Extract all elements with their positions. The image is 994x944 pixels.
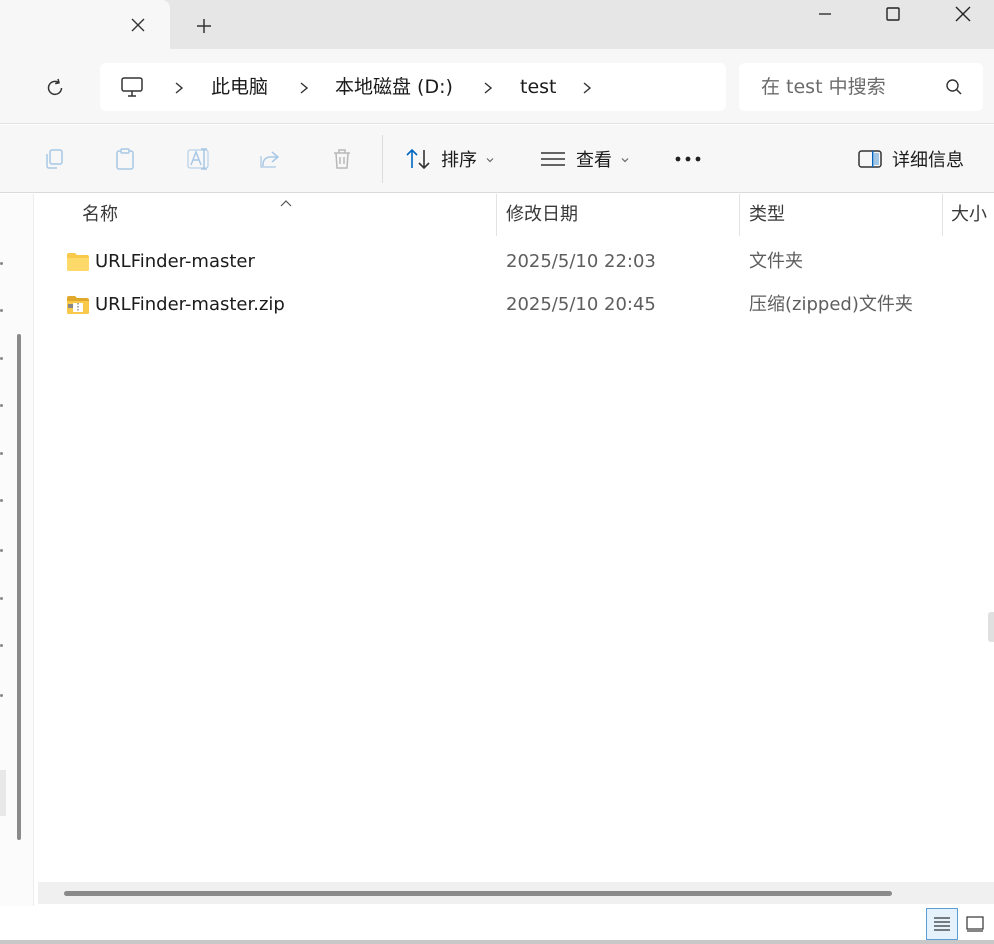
file-type: 文件夹 <box>749 251 803 272</box>
column-header-date[interactable]: 修改日期 <box>506 194 578 236</box>
this-pc-icon[interactable] <box>120 75 144 103</box>
chevron-right-icon[interactable] <box>172 80 186 94</box>
thumbnail-view-icon <box>966 916 984 932</box>
chevron-down-icon <box>620 149 630 170</box>
file-name[interactable]: URLFinder-master.zip <box>95 284 285 326</box>
column-header-name[interactable]: 名称 <box>82 194 118 236</box>
view-list-icon <box>541 152 565 166</box>
zip-folder-icon <box>66 294 90 320</box>
sort-button[interactable]: 排序 <box>405 125 495 193</box>
horizontal-scroll-thumb[interactable] <box>64 891 892 896</box>
nav-selected-item[interactable] <box>0 770 6 816</box>
copy-icon[interactable] <box>40 145 68 173</box>
refresh-icon <box>47 78 63 96</box>
file-name[interactable]: URLFinder-master <box>95 241 255 283</box>
column-divider[interactable] <box>942 194 943 236</box>
more-options-button[interactable] <box>674 125 702 193</box>
nav-item-marker <box>0 309 3 312</box>
nav-item-marker <box>0 644 3 647</box>
horizontal-scrollbar[interactable] <box>38 882 994 904</box>
new-tab-button[interactable] <box>192 14 216 38</box>
share-icon[interactable] <box>256 145 284 173</box>
paste-icon[interactable] <box>111 145 139 173</box>
file-row[interactable]: URLFinder-master.zip 2025/5/10 20:45 压缩(… <box>36 284 994 326</box>
column-divider[interactable] <box>496 194 497 236</box>
details-pane-button[interactable]: 详细信息 <box>858 125 964 193</box>
toolbar-divider <box>382 135 383 183</box>
nav-item-marker <box>0 549 3 552</box>
nav-item-marker <box>0 262 3 265</box>
window-bottom-border <box>0 940 994 944</box>
details-pane-icon <box>858 150 882 168</box>
close-window-button[interactable] <box>928 0 994 28</box>
minimize-button[interactable] <box>790 0 860 28</box>
nav-item-marker <box>0 452 3 455</box>
sort-ascending-icon <box>280 194 292 213</box>
status-bar <box>0 906 994 944</box>
nav-item-marker <box>0 404 3 407</box>
details-view-icon <box>934 917 950 931</box>
command-bar: 排序 查看 详细信息 <box>0 125 994 193</box>
details-label: 详细信息 <box>892 150 964 171</box>
column-header-type[interactable]: 类型 <box>749 194 785 236</box>
nav-item-marker <box>0 694 3 697</box>
address-bar[interactable]: 此电脑 本地磁盘 (D:) test <box>100 63 726 111</box>
column-divider[interactable] <box>739 194 740 236</box>
column-header-size[interactable]: 大小 <box>951 194 987 236</box>
maximize-button[interactable] <box>858 0 928 28</box>
file-date: 2025/5/10 20:45 <box>506 294 656 315</box>
file-date: 2025/5/10 22:03 <box>506 251 656 272</box>
details-view-button[interactable] <box>926 908 958 940</box>
search-input[interactable]: 在 test 中搜索 <box>761 63 886 111</box>
breadcrumb-local-disk[interactable]: 本地磁盘 (D:) <box>335 63 453 111</box>
close-tab-icon[interactable] <box>126 13 150 37</box>
delete-icon[interactable] <box>328 145 356 173</box>
nav-item-marker <box>0 597 3 600</box>
breadcrumb-this-pc[interactable]: 此电脑 <box>211 63 268 111</box>
view-label: 查看 <box>576 150 612 171</box>
address-row: 此电脑 本地磁盘 (D:) test 在 test 中搜索 <box>0 49 994 124</box>
more-icon <box>675 156 701 162</box>
scroll-edge-handle[interactable] <box>988 612 994 642</box>
nav-item-marker <box>0 357 3 360</box>
chevron-right-icon[interactable] <box>580 80 594 94</box>
chevron-right-icon[interactable] <box>481 80 495 94</box>
search-icon[interactable] <box>945 78 963 100</box>
folder-icon <box>66 251 90 277</box>
breadcrumb-test[interactable]: test <box>520 63 557 111</box>
tab-test[interactable] <box>0 0 170 49</box>
sort-label: 排序 <box>441 150 477 171</box>
search-box[interactable]: 在 test 中搜索 <box>739 63 983 111</box>
view-button[interactable]: 查看 <box>540 125 630 193</box>
title-bar <box>0 0 994 49</box>
file-row[interactable]: URLFinder-master 2025/5/10 22:03 文件夹 <box>36 241 994 283</box>
large-icons-view-button[interactable] <box>959 908 991 940</box>
chevron-right-icon[interactable] <box>297 80 311 94</box>
nav-item-marker <box>0 499 3 502</box>
sort-icon <box>406 148 430 170</box>
refresh-button[interactable] <box>40 73 70 103</box>
navigation-pane[interactable] <box>0 194 34 906</box>
nav-scrollbar[interactable] <box>17 334 21 840</box>
file-list[interactable]: 名称 修改日期 类型 大小 URLFinder-master 2025/5/10… <box>36 194 994 906</box>
rename-icon[interactable] <box>184 145 212 173</box>
chevron-down-icon <box>485 149 495 170</box>
file-type: 压缩(zipped)文件夹 <box>749 294 913 315</box>
